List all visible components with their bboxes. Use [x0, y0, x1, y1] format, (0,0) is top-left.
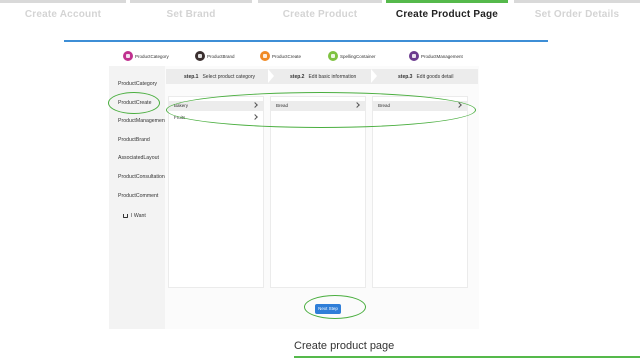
- topnav-item-spelling-container[interactable]: SpellingContainer: [328, 50, 376, 62]
- step-number: step.3: [398, 73, 413, 80]
- caption-underline: [294, 356, 640, 358]
- topnav-label: ProductCategory: [135, 53, 169, 59]
- tab-set-order-details[interactable]: Set Order Details: [514, 0, 640, 24]
- spelling-icon: [328, 51, 338, 61]
- tab-label: Set Order Details: [534, 9, 620, 20]
- sidebar-item-product-comment[interactable]: ProductComment: [118, 193, 158, 199]
- tab-create-account[interactable]: Create Account: [0, 0, 126, 24]
- sidebar-item-product-brand[interactable]: ProductBrand: [118, 137, 150, 143]
- topnav-item-product-category[interactable]: ProductCategory: [123, 50, 169, 62]
- topnav-item-product-management[interactable]: ProductManagement: [409, 50, 463, 62]
- step-number: step.1: [184, 73, 199, 80]
- tab-label: Create Account: [24, 9, 102, 20]
- step-2: step.2 Edit basic information: [290, 69, 356, 84]
- step-number: step.2: [290, 73, 305, 80]
- step-separator: [268, 69, 274, 83]
- topnav-label: ProductManagement: [421, 53, 463, 59]
- tab-create-product[interactable]: Create Product: [258, 0, 382, 24]
- highlight-sidebar-product-create: [108, 92, 160, 114]
- brand-icon: [195, 51, 205, 61]
- create-icon: [260, 51, 270, 61]
- step-label: Edit goods detail: [416, 73, 454, 80]
- wizard-tabs: Create Account Set Brand Create Product …: [0, 0, 640, 24]
- management-icon: [409, 51, 419, 61]
- tab-label: Create Product Page: [395, 9, 499, 20]
- cart-icon: [123, 214, 128, 218]
- topnav-label: SpellingContainer: [340, 53, 376, 59]
- topnav-item-product-create[interactable]: ProductCreate: [260, 50, 301, 62]
- tab-label: Create Product: [282, 9, 358, 20]
- step-label: Edit basic information: [308, 73, 357, 80]
- topnav-label: ProductCreate: [272, 53, 302, 59]
- sidebar-item-product-consultation[interactable]: ProductConsultation: [118, 174, 165, 180]
- step-separator: [371, 69, 377, 83]
- sidebar-item-product-management[interactable]: ProductManagement: [118, 118, 166, 124]
- tab-label: Set Brand: [166, 9, 216, 20]
- topnav-label: ProductBrand: [207, 53, 235, 59]
- sidebar-item-product-category[interactable]: ProductCategory: [118, 81, 157, 87]
- sidebar-item-associated-layout[interactable]: AssociatedLayout: [118, 155, 159, 161]
- tab-create-product-page[interactable]: Create Product Page: [386, 0, 508, 24]
- caption: Create product page: [294, 340, 395, 352]
- topnav-item-product-brand[interactable]: ProductBrand: [195, 50, 235, 62]
- sidebar-item-label: I Want: [131, 213, 146, 219]
- section-divider: [64, 40, 548, 42]
- highlight-next-step: [304, 295, 366, 319]
- highlight-category-selection: [166, 92, 476, 128]
- step-bar: step.1 Select product category step.2 Ed…: [166, 69, 478, 84]
- step-label: Select product category: [202, 73, 255, 80]
- step-1: step.1 Select product category: [184, 69, 255, 84]
- step-3: step.3 Edit goods detail: [398, 69, 453, 84]
- category-icon: [123, 51, 133, 61]
- top-navigation: ProductCategory ProductBrand ProductCrea…: [109, 46, 479, 66]
- tab-set-brand[interactable]: Set Brand: [130, 0, 252, 24]
- sidebar-item-i-want[interactable]: I Want: [123, 213, 146, 219]
